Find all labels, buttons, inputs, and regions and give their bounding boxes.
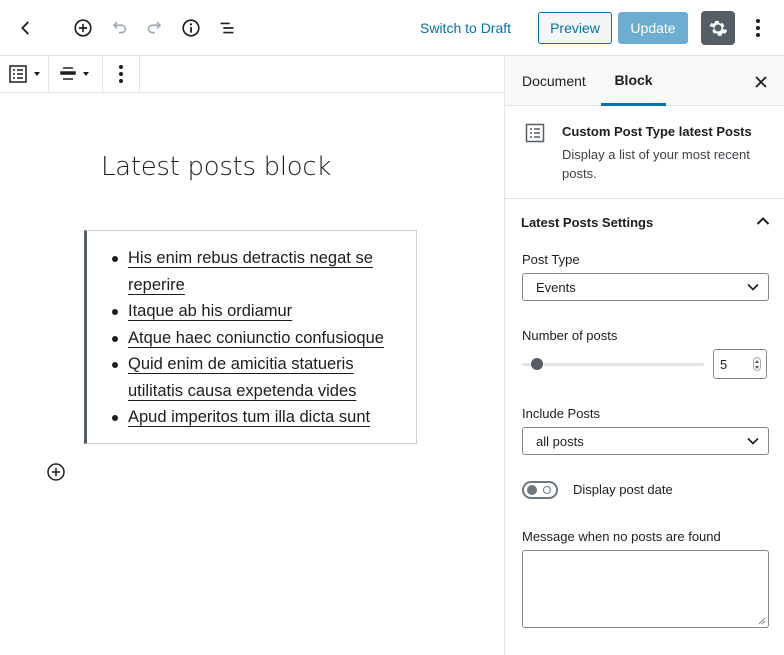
post-type-select[interactable]: Events xyxy=(522,273,769,301)
close-icon xyxy=(755,76,767,88)
caret-down-icon xyxy=(83,72,89,76)
add-block-icon xyxy=(47,463,65,481)
sidebar-tabs: Document Block xyxy=(505,56,784,106)
number-of-posts-input[interactable]: 5 xyxy=(713,349,767,379)
number-spinner[interactable] xyxy=(753,357,761,371)
display-post-date-label: Display post date xyxy=(573,482,673,497)
list-icon xyxy=(9,65,27,83)
post-link[interactable]: Apud imperitos tum illa dicta sunt xyxy=(128,408,370,426)
block-card-title: Custom Post Type latest Posts xyxy=(562,124,752,139)
caret-down-icon xyxy=(34,72,40,76)
post-list-item: Itaque ab his ordiamur xyxy=(107,298,404,325)
gear-icon xyxy=(709,20,728,36)
close-sidebar-button[interactable] xyxy=(750,71,772,93)
settings-sidebar: Document Block Custom Post Type latest P… xyxy=(504,56,784,655)
post-list-item: Atque haec coniunctio confusioque xyxy=(107,325,404,352)
latest-posts-settings-toggle[interactable]: Latest Posts Settings xyxy=(505,200,784,246)
divider xyxy=(140,92,504,93)
block-toolbar xyxy=(0,56,140,93)
post-link[interactable]: Atque haec coniunctio confusioque xyxy=(128,329,384,347)
include-posts-select[interactable]: all posts xyxy=(522,427,769,455)
redo-icon[interactable] xyxy=(141,14,169,42)
info-icon[interactable] xyxy=(177,14,205,42)
editor-header: Switch to Draft Preview Update xyxy=(0,0,784,56)
post-type-label: Post Type xyxy=(522,252,580,267)
align-center-icon xyxy=(60,67,76,80)
display-post-date-toggle[interactable] xyxy=(522,481,558,499)
alignment-dropdown[interactable] xyxy=(49,56,103,92)
post-list: His enim rebus detractis negat se reperi… xyxy=(107,245,404,431)
latest-posts-block[interactable]: His enim rebus detractis negat se reperi… xyxy=(84,230,417,444)
tab-block[interactable]: Block xyxy=(601,56,666,106)
number-of-posts-track[interactable] xyxy=(522,363,704,366)
more-vertical-icon xyxy=(756,19,760,37)
post-type-value: Events xyxy=(536,279,576,295)
back-icon[interactable] xyxy=(12,14,40,42)
more-options-button[interactable] xyxy=(746,14,770,42)
add-block-icon[interactable] xyxy=(69,14,97,42)
number-of-posts-value: 5 xyxy=(720,356,728,372)
tab-document[interactable]: Document xyxy=(522,56,586,106)
post-title[interactable]: Latest posts block xyxy=(101,152,331,182)
post-list-item: His enim rebus detractis negat se reperi… xyxy=(107,245,404,298)
post-link[interactable]: Itaque ab his ordiamur xyxy=(128,302,292,320)
panel-title: Latest Posts Settings xyxy=(521,215,654,230)
post-link[interactable]: Quid enim de amicitia statueris utilitat… xyxy=(128,355,356,400)
include-posts-value: all posts xyxy=(536,433,584,449)
block-type-switcher[interactable] xyxy=(0,56,49,92)
switch-to-draft-button[interactable]: Switch to Draft xyxy=(414,13,517,43)
include-posts-label: Include Posts xyxy=(522,406,601,421)
block-card-description: Display a list of your most recent posts… xyxy=(562,147,750,181)
chevron-down-icon xyxy=(747,283,759,291)
post-list-item: Apud imperitos tum illa dicta sunt xyxy=(107,404,404,431)
undo-icon[interactable] xyxy=(105,14,133,42)
chevron-up-icon xyxy=(756,217,770,225)
no-posts-message-textarea[interactable] xyxy=(522,550,769,628)
block-card: Custom Post Type latest Posts Display a … xyxy=(505,106,784,199)
update-button[interactable]: Update xyxy=(618,12,688,44)
list-icon xyxy=(525,123,545,143)
more-vertical-icon xyxy=(119,65,123,83)
resize-handle-icon[interactable] xyxy=(756,615,766,625)
number-of-posts-slider[interactable] xyxy=(530,358,543,370)
block-more-options[interactable] xyxy=(103,56,139,92)
post-link[interactable]: His enim rebus detractis negat se reperi… xyxy=(128,249,373,294)
no-posts-message-label: Message when no posts are found xyxy=(522,529,721,544)
outline-icon[interactable] xyxy=(213,14,241,42)
toggle-knob xyxy=(527,485,537,495)
settings-button[interactable] xyxy=(701,11,735,45)
preview-button[interactable]: Preview xyxy=(538,12,612,44)
number-of-posts-label: Number of posts xyxy=(522,328,618,343)
post-list-item: Quid enim de amicitia statueris utilitat… xyxy=(107,351,404,404)
block-inserter[interactable] xyxy=(45,461,67,483)
chevron-down-icon xyxy=(747,437,759,445)
toggle-off-indicator xyxy=(543,486,551,494)
